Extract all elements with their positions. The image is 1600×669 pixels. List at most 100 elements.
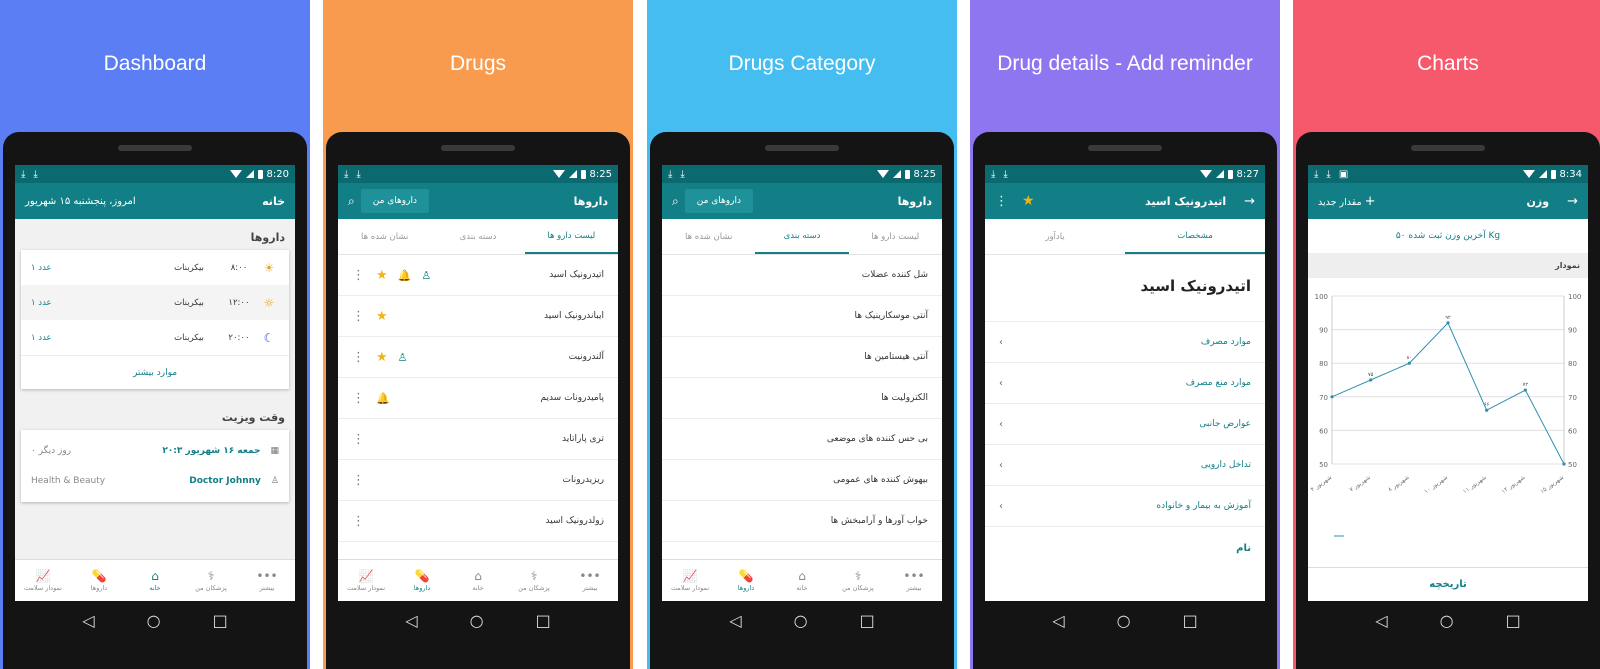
signal-icon <box>245 170 254 178</box>
back-icon[interactable]: ◁ <box>729 611 741 630</box>
arrow-forward-icon[interactable]: → <box>1244 194 1255 209</box>
person-icon[interactable]: ♙ <box>421 269 431 282</box>
list-item[interactable]: ⋮ تری پاراتاید <box>338 419 618 460</box>
bell-icon[interactable]: 🔔 <box>376 392 390 405</box>
list-item[interactable]: بیهوش کننده های عمومی <box>662 460 942 501</box>
home-circle-icon[interactable]: ○ <box>1117 611 1131 630</box>
back-icon[interactable]: ◁ <box>405 611 417 630</box>
tab-bookmarked[interactable]: نشان شده ها <box>338 219 431 254</box>
tab-drug-list[interactable]: لیست دارو ها <box>524 219 618 254</box>
chart-icon: 📈 <box>358 568 374 583</box>
add-value-button[interactable]: مقدار جدید + <box>1318 194 1376 209</box>
nav-home[interactable]: ⌂ خانه <box>774 560 830 601</box>
nav-health[interactable]: 📈 نمودار سلامت <box>662 560 718 601</box>
list-item[interactable]: آنتی موسکارینیک ها <box>662 296 942 337</box>
person-icon[interactable]: ♙ <box>398 351 408 364</box>
star-icon[interactable]: ★ <box>376 350 388 365</box>
nav-drugs[interactable]: 💊 داروها <box>394 560 450 601</box>
more-button[interactable]: موارد بیشتر <box>21 355 289 389</box>
detail-row[interactable]: ‹ تداخل دارویی <box>985 445 1265 486</box>
overflow-menu-icon[interactable]: ⋮ <box>352 350 366 365</box>
recents-icon[interactable]: □ <box>1183 611 1198 630</box>
detail-row[interactable]: ‹ عوارض جانبی <box>985 404 1265 445</box>
search-icon[interactable]: ⌕ <box>348 194 355 209</box>
tab-category[interactable]: دسته بندی <box>431 219 524 254</box>
drug-name: زولدرونیک اسید <box>545 516 604 526</box>
list-item[interactable]: ⋮ ★ ایباندرونیک اسید <box>338 296 618 337</box>
list-item[interactable]: ⋮ ریزیدرونات <box>338 460 618 501</box>
history-button[interactable]: تاریخچه <box>1308 567 1588 601</box>
dose-row[interactable]: ۱ عدد بیکربنات ۱۲:۰۰ ☼ <box>21 285 289 320</box>
nav-label: نمودار سلامت <box>23 583 63 592</box>
star-icon[interactable]: ★ <box>376 268 388 283</box>
list-item[interactable]: ⋮ زولدرونیک اسید <box>338 501 618 542</box>
visit-card[interactable]: ۰ روز دیگر جمعه ۱۶ شهریور ۲۰:۳ ▦ Health & … <box>21 430 289 502</box>
overflow-menu-icon[interactable]: ⋮ <box>352 268 366 283</box>
detail-row[interactable]: ‹ موارد منع مصرف <box>985 363 1265 404</box>
dose-row[interactable]: ۱ عدد بیکربنات ۲۰:۰۰ ☾ <box>21 320 289 355</box>
back-icon[interactable]: ◁ <box>82 611 94 630</box>
bottom-nav: 📈 نمودار سلامت 💊 داروها ⌂ خانه ⚕ پزشکان من •… <box>15 559 295 601</box>
nav-home[interactable]: ⌂ خانه <box>450 560 506 601</box>
page-title: داروها <box>897 194 932 208</box>
home-circle-icon[interactable]: ○ <box>147 611 161 630</box>
chevron-left-icon: ‹ <box>999 336 1003 348</box>
recents-icon[interactable]: □ <box>860 611 875 630</box>
list-item[interactable]: خواب آورها و آرامبخش ها <box>662 501 942 542</box>
search-icon[interactable]: ⌕ <box>672 194 679 209</box>
star-icon[interactable]: ★ <box>376 309 388 324</box>
arrow-forward-icon[interactable]: → <box>1567 194 1578 209</box>
signal-icon <box>892 170 901 178</box>
nav-doctors[interactable]: ⚕ پزشکان من <box>183 560 239 601</box>
detail-row[interactable]: ‹ موارد مصرف <box>985 322 1265 363</box>
list-item[interactable]: ⋮ ★ 🔔 ♙ اتیدرونیک اسید <box>338 255 618 296</box>
overflow-menu-icon[interactable]: ⋮ <box>352 432 366 447</box>
nav-home[interactable]: ⌂ خانه <box>127 560 183 601</box>
home-circle-icon[interactable]: ○ <box>470 611 484 630</box>
list-item[interactable]: آنتی هیستامین ها <box>662 337 942 378</box>
screen: ⤓ ⤓ 8:27 ⋮ ★ اتیدرونیک اسید → یادآور مشخص… <box>985 165 1265 601</box>
home-circle-icon[interactable]: ○ <box>1440 611 1454 630</box>
back-icon[interactable]: ◁ <box>1052 611 1064 630</box>
list-item[interactable]: شل کننده عضلات <box>662 255 942 296</box>
overflow-menu-icon[interactable]: ⋮ <box>352 514 366 529</box>
tab-reminder[interactable]: یادآور <box>985 219 1125 254</box>
my-drugs-button[interactable]: داروهای من <box>684 189 754 213</box>
recents-icon[interactable]: □ <box>536 611 551 630</box>
overflow-menu-icon[interactable]: ⋮ <box>352 309 366 324</box>
nav-health[interactable]: 📈 نمودار سلامت <box>338 560 394 601</box>
nav-doctors[interactable]: ⚕ پزشکان من <box>830 560 886 601</box>
star-icon[interactable]: ★ <box>1022 193 1035 209</box>
overflow-menu-icon[interactable]: ⋮ <box>995 194 1008 209</box>
list-item[interactable]: ⋮ ★ ♙ آلندرونیت <box>338 337 618 378</box>
bell-icon[interactable]: 🔔 <box>398 269 412 282</box>
page-title: داروها <box>573 194 608 208</box>
detail-row[interactable]: ‹ آموزش به بیمار و خانواده <box>985 486 1265 527</box>
nav-label: نمودار سلامت <box>346 583 386 592</box>
tab-drug-list[interactable]: لیست دارو ها <box>849 219 942 254</box>
speaker <box>118 145 192 151</box>
nav-more[interactable]: ••• بیشتر <box>239 560 295 601</box>
overflow-menu-icon[interactable]: ⋮ <box>352 473 366 488</box>
back-icon[interactable]: ◁ <box>1375 611 1387 630</box>
recents-icon[interactable]: □ <box>1506 611 1521 630</box>
tab-category[interactable]: دسته بندی <box>755 219 849 254</box>
list-item[interactable]: بی حس کننده های موضعی <box>662 419 942 460</box>
nav-drugs[interactable]: 💊 داروها <box>71 560 127 601</box>
my-drugs-button[interactable]: داروهای من <box>360 189 430 213</box>
nav-more[interactable]: ••• بیشتر <box>562 560 618 601</box>
list-item[interactable]: الکترولیت ها <box>662 378 942 419</box>
tab-specs[interactable]: مشخصات <box>1125 219 1265 254</box>
nav-doctors[interactable]: ⚕ پزشکان من <box>506 560 562 601</box>
tab-bookmarked[interactable]: نشان شده ها <box>662 219 755 254</box>
clock: 8:25 <box>589 168 612 180</box>
dose-row[interactable]: ۱ عدد بیکربنات ۸:۰۰ ☀ <box>21 250 289 285</box>
app-bar: مقدار جدید + وزن → <box>1308 183 1588 219</box>
recents-icon[interactable]: □ <box>213 611 228 630</box>
home-circle-icon[interactable]: ○ <box>794 611 808 630</box>
nav-drugs[interactable]: 💊 داروها <box>718 560 774 601</box>
overflow-menu-icon[interactable]: ⋮ <box>352 391 366 406</box>
nav-health[interactable]: 📈 نمودار سلامت <box>15 560 71 601</box>
list-item[interactable]: ⋮ 🔔 پامیدرونات سدیم <box>338 378 618 419</box>
nav-more[interactable]: ••• بیشتر <box>886 560 942 601</box>
